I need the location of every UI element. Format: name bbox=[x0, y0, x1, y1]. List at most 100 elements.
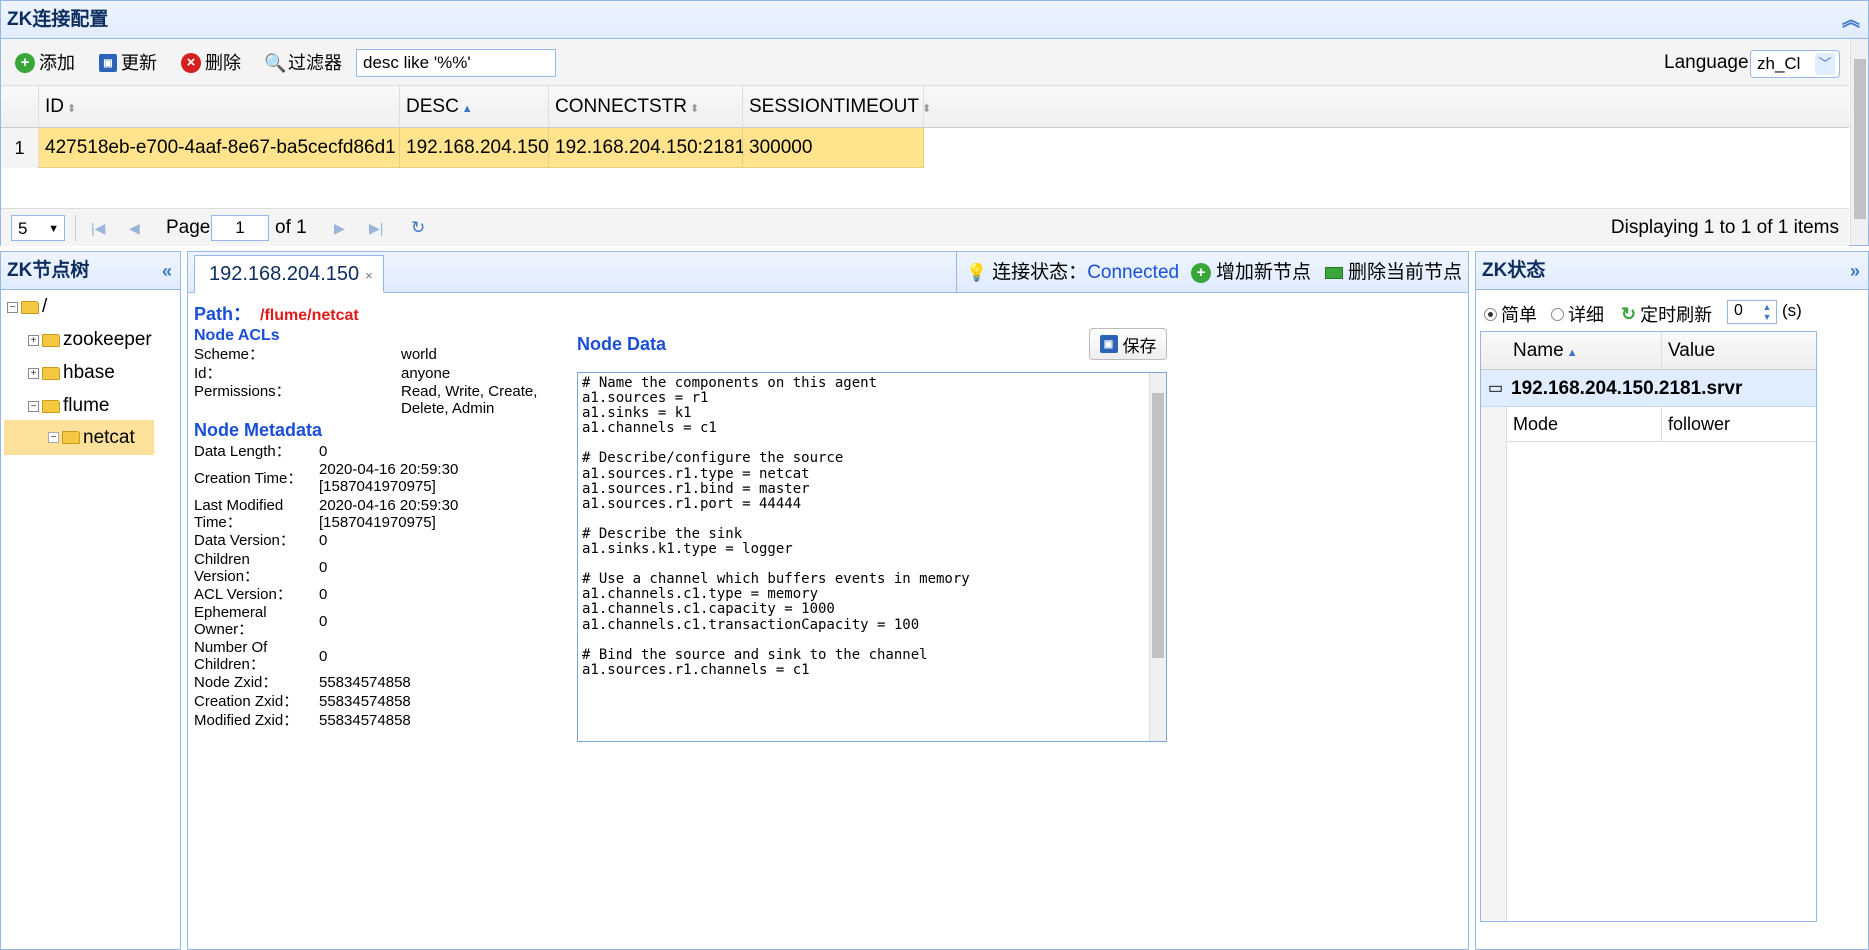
collapse-right-icon[interactable]: » bbox=[1850, 252, 1860, 290]
next-page-icon[interactable]: ▶ bbox=[334, 215, 345, 241]
meta-value-node-zxid: 55834574858 bbox=[319, 674, 411, 691]
meta-label-last-modified-1: Last Modified bbox=[194, 497, 284, 514]
refresh-icon[interactable]: ↻ bbox=[411, 215, 425, 241]
cell-id[interactable]: 427518eb-e700-4aaf-8e67-ba5cecfd86d1 bbox=[39, 128, 400, 168]
language-label: Language: bbox=[1664, 52, 1754, 73]
acl-section-title: Node ACLs bbox=[194, 327, 280, 344]
meta-label-num-children-1: Number Of bbox=[194, 639, 268, 656]
path-value: /flume/netcat bbox=[260, 307, 359, 324]
delete-button[interactable]: × 删除 bbox=[181, 50, 241, 76]
panel-header: ZK连接配置 ︽ bbox=[1, 1, 1868, 39]
collapse-left-icon[interactable]: « bbox=[162, 252, 172, 290]
spinner-arrows-icon[interactable]: ▲ ▼ bbox=[1760, 302, 1774, 322]
save-button[interactable]: ▣ 保存 bbox=[1089, 328, 1167, 360]
column-header-name[interactable]: Name ▲ bbox=[1507, 332, 1662, 370]
property-group-row[interactable]: ▭ 192.168.204.150.2181.srvr bbox=[1481, 370, 1816, 407]
scrollbar-thumb[interactable] bbox=[1152, 393, 1164, 658]
acl-permissions-value-1: Read, Write, Create, bbox=[401, 383, 538, 400]
radio-icon[interactable] bbox=[1551, 307, 1564, 321]
panel-header: ZK状态 » bbox=[1476, 252, 1868, 290]
node-data-content[interactable]: # Name the components on this agent a1.s… bbox=[578, 373, 1166, 681]
column-header-value[interactable]: Value bbox=[1662, 332, 1816, 370]
close-icon[interactable]: × bbox=[365, 268, 373, 283]
sort-icon: ⬍ bbox=[689, 103, 700, 115]
property-value-mode[interactable]: follower bbox=[1662, 407, 1816, 442]
expand-icon[interactable]: + bbox=[28, 367, 39, 379]
meta-value-modified-zxid: 55834574858 bbox=[319, 712, 411, 729]
chevron-down-icon: ﹀ bbox=[1815, 53, 1835, 75]
add-icon: + bbox=[1191, 263, 1211, 283]
vertical-scrollbar[interactable] bbox=[1850, 39, 1868, 245]
meta-label-creation-zxid: Creation Zxid： bbox=[194, 693, 299, 710]
page-number-input[interactable] bbox=[211, 215, 269, 241]
tree-node-hbase[interactable]: + hbase bbox=[28, 358, 115, 388]
cell-desc[interactable]: 192.168.204.150 bbox=[400, 128, 549, 168]
page-size-value: 5 bbox=[18, 219, 28, 238]
scrollbar-thumb[interactable] bbox=[1854, 59, 1866, 219]
panel-title: ZK连接配置 bbox=[7, 9, 109, 30]
leaf-icon: − bbox=[48, 432, 59, 443]
dropdown-arrow-icon: ▼ bbox=[48, 223, 59, 235]
meta-label-ephemeral-owner-2: Owner： bbox=[194, 621, 254, 638]
refresh-interval-spinner[interactable]: 0 ▲ ▼ bbox=[1727, 300, 1777, 324]
node-data-textarea[interactable]: # Name the components on this agent a1.s… bbox=[577, 372, 1167, 742]
collapse-icon[interactable]: − bbox=[28, 400, 39, 412]
collapse-icon[interactable]: ▭ bbox=[1488, 370, 1503, 407]
radio-simple[interactable]: 简单 bbox=[1484, 301, 1537, 327]
folder-icon bbox=[62, 431, 80, 444]
refresh-icon: ↻ bbox=[1621, 303, 1637, 324]
expand-icon[interactable]: + bbox=[28, 334, 39, 346]
meta-value-data-version: 0 bbox=[319, 532, 328, 549]
column-header-connectstr[interactable]: CONNECTSTR ⬍ bbox=[549, 86, 743, 128]
status-property-grid: Name ▲ Value ▭ 192.168.204.150.2181.srvr … bbox=[1480, 331, 1817, 922]
delete-icon: × bbox=[181, 53, 201, 73]
meta-value-children-version: 0 bbox=[319, 559, 328, 576]
radio-detail-label: 详细 bbox=[1568, 305, 1604, 325]
radio-detail[interactable]: 详细 bbox=[1551, 301, 1604, 327]
panel-title: ZK节点树 bbox=[7, 260, 90, 281]
table-row[interactable]: 1 427518eb-e700-4aaf-8e67-ba5cecfd86d1 1… bbox=[1, 128, 1849, 168]
filter-label: 过滤器 bbox=[288, 53, 342, 73]
filter-button[interactable]: 🔍 过滤器 bbox=[264, 50, 342, 76]
panel-header: ZK节点树 « bbox=[1, 252, 180, 290]
language-value: zh_Cl bbox=[1757, 54, 1801, 73]
tree-node-netcat[interactable]: − netcat bbox=[4, 420, 154, 455]
radio-icon[interactable] bbox=[1484, 307, 1497, 321]
tree-node-label: netcat bbox=[83, 426, 135, 448]
language-select[interactable]: zh_Cl ﹀ bbox=[1750, 50, 1840, 78]
tree-node-zookeeper[interactable]: + zookeeper bbox=[28, 325, 152, 355]
delete-node-button[interactable]: 删除当前节点 bbox=[1325, 261, 1462, 285]
tree-node-flume[interactable]: − flume bbox=[28, 391, 109, 421]
tree-node-root[interactable]: − / bbox=[7, 292, 47, 322]
cell-sessiontimeout[interactable]: 300000 bbox=[743, 128, 924, 168]
folder-icon bbox=[42, 333, 60, 347]
add-button[interactable]: + 添加 bbox=[15, 50, 75, 76]
prev-page-icon[interactable]: ◀ bbox=[129, 215, 140, 241]
meta-value-ephemeral-owner: 0 bbox=[319, 613, 328, 630]
search-icon: 🔍 bbox=[264, 53, 287, 73]
meta-value-last-modified-1: 2020-04-16 20:59:30 bbox=[319, 497, 459, 514]
textarea-scrollbar[interactable] bbox=[1149, 373, 1166, 741]
column-header-id[interactable]: ID ⬍ bbox=[39, 86, 400, 128]
filter-input[interactable] bbox=[356, 49, 556, 77]
acl-scheme-value: world bbox=[401, 346, 437, 363]
column-header-sessiontimeout[interactable]: SESSIONTIMEOUT ⬍ bbox=[743, 86, 931, 128]
last-page-icon[interactable]: ▶| bbox=[369, 215, 383, 241]
node-tree-panel: ZK节点树 « − / + zookeeper + hbase − flume … bbox=[0, 251, 181, 950]
cell-connectstr[interactable]: 192.168.204.150:2181 bbox=[549, 128, 745, 168]
page-size-select[interactable]: 5 ▼ bbox=[11, 215, 65, 241]
divider bbox=[75, 215, 76, 241]
add-node-button[interactable]: + 增加新节点 bbox=[1191, 261, 1311, 285]
meta-value-creation-zxid: 55834574858 bbox=[319, 693, 411, 710]
column-header-desc[interactable]: DESC ▲ bbox=[400, 86, 549, 128]
meta-label-data-length: Data Length： bbox=[194, 443, 291, 460]
connection-status-label: 连接状态： bbox=[992, 262, 1088, 283]
first-page-icon[interactable]: |◀ bbox=[91, 215, 105, 241]
auto-refresh-button[interactable]: ↻ 定时刷新 bbox=[1621, 301, 1712, 327]
collapse-up-icon[interactable]: ︽ bbox=[1842, 1, 1860, 39]
tree-node-label: flume bbox=[63, 395, 110, 416]
update-button[interactable]: ▣ 更新 bbox=[99, 50, 157, 76]
collapse-icon[interactable]: − bbox=[7, 301, 18, 313]
meta-label-data-version: Data Version： bbox=[194, 532, 295, 549]
tab-server[interactable]: 192.168.204.150 × bbox=[194, 255, 384, 293]
